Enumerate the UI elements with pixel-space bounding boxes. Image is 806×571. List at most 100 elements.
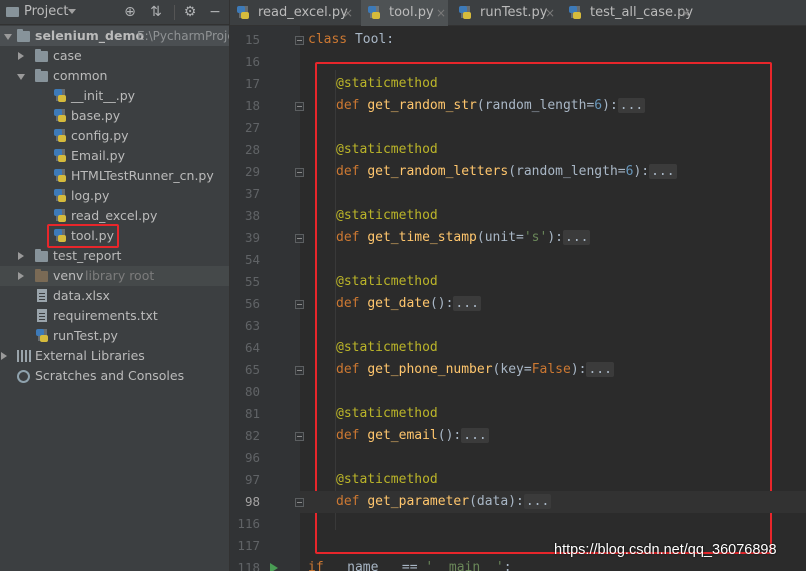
colon: : [503,560,512,571]
function-name: get_phone_number [367,362,493,377]
line-number: 38 [244,208,260,223]
python-file-icon [54,209,66,222]
code-line[interactable]: def get_random_str(random_length=6):... [336,95,646,117]
folded-code-placeholder: ... [586,362,614,377]
python-file-icon [54,89,66,102]
chevron-down-icon[interactable] [17,74,25,80]
param-default: 's' [523,230,548,245]
python-file-icon [54,149,66,162]
chevron-down-icon[interactable] [68,9,76,14]
fold-marker-icon[interactable] [295,102,304,111]
params-close: ): [570,362,587,377]
decorator: @staticmethod [336,208,438,223]
code-line[interactable]: def get_date():... [336,293,481,315]
tab-tool[interactable]: tool.py × [361,0,448,26]
collapse-all-icon[interactable]: ⇅ [147,3,165,21]
tree-root-selenium-demo[interactable]: selenium_demo E:\PycharmProje [0,26,235,46]
close-icon[interactable]: × [436,0,446,26]
decorator: @staticmethod [336,274,438,289]
code-line[interactable]: @staticmethod [336,139,438,161]
tree-item-data-xlsx[interactable]: data.xlsx [0,286,229,306]
tree-item-requirements-txt[interactable]: requirements.txt [0,306,229,326]
line-number: 97 [244,472,260,487]
tree-item-label: Scratches and Consoles [35,368,185,383]
code-line[interactable]: def get_parameter(data):... [336,491,552,513]
project-folder-icon [6,7,19,17]
tab-runtest[interactable]: runTest.py × [452,0,558,26]
class-name: Tool: [347,32,395,47]
tree-item-label: data.xlsx [53,288,110,303]
code-line[interactable]: def get_random_letters(random_length=6):… [336,161,677,183]
code-line[interactable]: @staticmethod [336,271,438,293]
code-line[interactable]: class Tool: [308,29,394,51]
line-number: 118 [237,560,260,571]
code-line[interactable]: def get_time_stamp(unit='s'):... [336,227,591,249]
tree-item-common[interactable]: common [0,66,229,86]
fold-marker-icon[interactable] [295,234,304,243]
tab-test-all-case[interactable]: test_all_case.py × [562,0,704,26]
line-number: 80 [244,384,260,399]
python-file-icon [54,189,66,202]
code-line[interactable]: @staticmethod [336,73,438,95]
text-file-icon [37,309,47,322]
tree-item-config-py[interactable]: config.py [0,126,229,146]
function-name: get_random_letters [367,164,509,179]
close-icon[interactable]: × [681,0,691,26]
header-divider [174,5,175,20]
code-line[interactable]: @staticmethod [336,403,438,425]
watermark: https://blog.csdn.net/qq_36076898 [554,542,777,558]
project-root-path: E:\PycharmProje [137,29,235,43]
chevron-right-icon[interactable] [18,52,24,60]
code-line[interactable]: @staticmethod [336,469,438,491]
close-icon[interactable]: × [343,0,353,26]
target-icon[interactable]: ⊕ [121,3,139,21]
decorator: @staticmethod [336,340,438,355]
line-number: 65 [244,362,260,377]
fold-marker-icon[interactable] [295,432,304,441]
decorator: @staticmethod [336,406,438,421]
editor-tab-bar: read_excel.py × tool.py × runTest.py × t… [230,0,806,26]
folder-icon [35,49,48,62]
code-line[interactable]: def get_email():... [336,425,489,447]
project-panel-title[interactable]: Project [24,4,68,19]
python-file-icon [459,6,471,19]
tree-item-external-libraries[interactable]: External Libraries [0,346,229,366]
fold-marker-icon[interactable] [295,498,304,507]
code-line[interactable]: if __name__ == '__main__': [308,557,512,571]
gear-icon[interactable]: ⚙ [181,3,199,21]
folder-icon [35,269,48,282]
tab-read-excel[interactable]: read_excel.py × [230,0,355,26]
fold-marker-icon[interactable] [295,36,304,45]
tree-item-htmltestrunner-py[interactable]: HTMLTestRunner_cn.py [0,166,229,186]
tree-item-label: External Libraries [35,348,145,363]
tree-item-case[interactable]: case [0,46,229,66]
param-default: 6 [594,98,603,113]
chevron-right-icon[interactable] [18,252,24,260]
run-arrow-icon[interactable] [270,563,278,571]
project-panel-header: Project ⊕ ⇅ ⚙ − [0,0,229,25]
tree-item-base-py[interactable]: base.py [0,106,229,126]
fold-marker-icon[interactable] [295,168,304,177]
class-keyword: class [308,32,348,47]
params-close: ): [547,230,563,245]
fold-marker-icon[interactable] [295,300,304,309]
fold-marker-icon[interactable] [295,366,304,375]
tree-item-test-report[interactable]: test_report [0,246,229,266]
tree-item-scratches[interactable]: Scratches and Consoles [0,366,229,386]
chevron-down-icon[interactable] [4,34,12,40]
tree-item-runtest-py[interactable]: runTest.py [0,326,229,346]
params-open: (random_length= [508,164,626,179]
hide-icon[interactable]: − [206,3,224,21]
chevron-right-icon[interactable] [18,272,24,280]
tree-item-log-py[interactable]: log.py [0,186,229,206]
tree-item-init-py[interactable]: __init__.py [0,86,229,106]
tree-item-email-py[interactable]: Email.py [0,146,229,166]
chevron-right-icon[interactable] [1,352,7,360]
code-line[interactable]: def get_phone_number(key=False):... [336,359,614,381]
code-line[interactable]: @staticmethod [336,337,438,359]
tree-item-label: Email.py [71,148,125,163]
close-icon[interactable]: × [545,0,555,26]
tree-item-venv[interactable]: venv library root [0,266,229,286]
code-line[interactable]: @staticmethod [336,205,438,227]
tree-item-read-excel-py[interactable]: read_excel.py [0,206,229,226]
